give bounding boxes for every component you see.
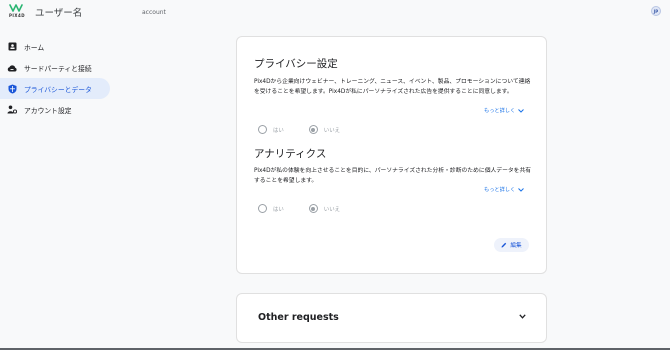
sidebar-item-account-settings[interactable]: アカウント設定 [0, 99, 110, 120]
account-settings-icon [7, 105, 17, 115]
sidebar-item-home[interactable]: ホーム [0, 36, 110, 57]
avatar[interactable]: JP [651, 6, 661, 16]
other-requests-title: Other requests [258, 312, 339, 323]
pix4d-logo[interactable]: PIX4D [9, 4, 25, 19]
privacy-more-link[interactable]: もっと詳しく [484, 107, 524, 114]
edit-button[interactable]: 編集 [494, 238, 529, 252]
chevron-down-icon [518, 108, 524, 113]
account-label: account [142, 9, 166, 16]
sidebar-item-privacy[interactable]: プライバシーとデータ [0, 78, 110, 99]
privacy-title: プライバシー設定 [254, 58, 338, 70]
cloud-icon [7, 63, 17, 73]
radio-label-no: いいえ [323, 206, 340, 213]
chevron-down-icon[interactable] [519, 314, 526, 319]
privacy-consent-radios: はい いいえ [258, 125, 340, 134]
other-requests-card[interactable]: Other requests [236, 293, 547, 343]
more-link-label: もっと詳しく [484, 187, 516, 193]
analytics-title: アナリティクス [254, 148, 327, 160]
more-link-label: もっと詳しく [484, 108, 516, 114]
radio-label-yes: はい [273, 206, 284, 213]
home-card-icon [7, 42, 17, 52]
radio-label-yes: はい [273, 127, 284, 134]
sidebar: ホーム サードパーティと接続 プライバシーとデータ アカウント設定 [0, 36, 110, 120]
logo-text: PIX4D [9, 13, 26, 18]
sidebar-item-label: ホーム [24, 43, 45, 52]
sidebar-item-label: プライバシーとデータ [24, 85, 92, 94]
shield-icon [7, 84, 17, 94]
analytics-no-radio[interactable] [308, 204, 318, 213]
privacy-description: Pix4Dから企業向けウェビナー、トレーニング、ニュース、イベント、製品、プロモ… [254, 79, 531, 95]
sidebar-item-label: サードパーティと接続 [24, 64, 92, 73]
pencil-icon [501, 242, 507, 248]
privacy-yes-radio[interactable] [258, 125, 267, 134]
sidebar-item-label: アカウント設定 [24, 106, 72, 115]
pix4d-logo-icon [9, 4, 23, 12]
analytics-consent-radios: はい いいえ [258, 204, 340, 213]
edit-label: 編集 [510, 243, 522, 249]
analytics-more-link[interactable]: もっと詳しく [484, 186, 524, 193]
sidebar-item-third-party[interactable]: サードパーティと接続 [0, 57, 110, 78]
privacy-no-radio[interactable] [308, 125, 318, 134]
username: ユーザー名 [35, 8, 83, 19]
radio-label-no: いいえ [323, 127, 340, 134]
top-bar: PIX4D ユーザー名 account JP [0, 0, 670, 26]
analytics-yes-radio[interactable] [258, 204, 267, 213]
privacy-card: プライバシー設定 Pix4Dから企業向けウェビナー、トレーニング、ニュース、イベ… [236, 36, 547, 274]
chevron-down-icon [518, 187, 524, 192]
analytics-description: Pix4Dが私の体験を向上させることを目的に、パーソナライズされた分析・診断のた… [254, 168, 532, 184]
